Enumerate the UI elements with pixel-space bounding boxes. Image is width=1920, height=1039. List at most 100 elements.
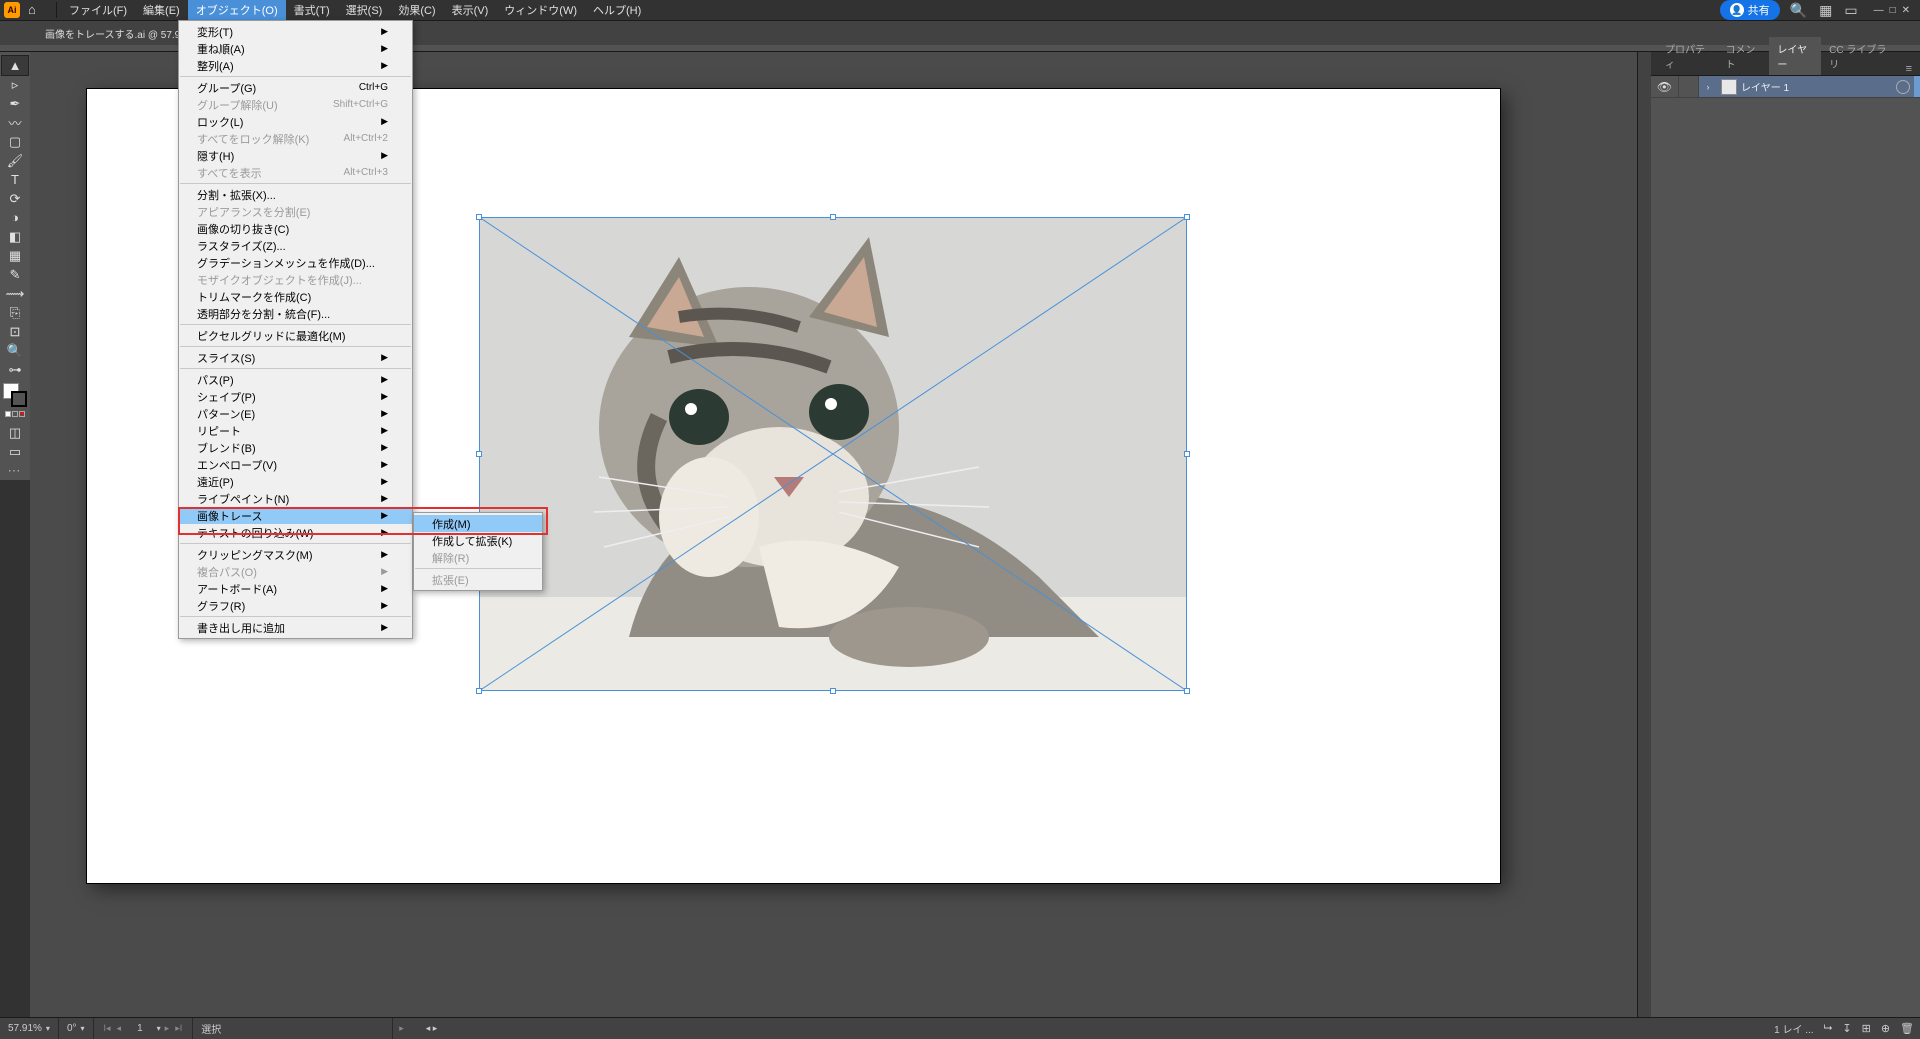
locate-layer-icon[interactable]: ⮡: [1824, 1022, 1833, 1035]
menu-効果[interactable]: 効果(C): [390, 0, 443, 21]
menu-書式[interactable]: 書式(T): [286, 0, 338, 21]
shape-builder-tool-icon[interactable]: ◑: [2, 208, 28, 227]
workspace-icon[interactable]: ▭: [1844, 2, 1857, 19]
panel-tab[interactable]: プロパティ: [1657, 37, 1717, 75]
placed-image[interactable]: [479, 217, 1187, 691]
eraser-tool-icon[interactable]: ◧: [2, 227, 28, 246]
new-layer-icon[interactable]: ⊕: [1881, 1022, 1890, 1035]
panel-tab[interactable]: レイヤー: [1769, 37, 1821, 75]
share-button[interactable]: 👤 共有: [1720, 0, 1780, 20]
resize-handle[interactable]: [1184, 451, 1190, 457]
menu-item[interactable]: パス(P)▶: [179, 371, 412, 388]
next-artboard-icon[interactable]: ▸: [163, 1023, 172, 1034]
menu-item[interactable]: トリムマークを作成(C): [179, 288, 412, 305]
selection-tool-icon[interactable]: ▲: [2, 56, 28, 75]
menu-item[interactable]: 分割・拡張(X)...: [179, 186, 412, 203]
resize-handle[interactable]: [476, 214, 482, 220]
expand-icon[interactable]: ›: [1699, 82, 1717, 92]
export-icon[interactable]: ↧: [1842, 1022, 1851, 1035]
panel-tab[interactable]: CC ライブラリ: [1821, 37, 1897, 75]
menu-表示[interactable]: 表示(V): [444, 0, 497, 21]
menu-item[interactable]: ライブペイント(N)▶: [179, 490, 412, 507]
draw-mode-icon[interactable]: ◫: [2, 423, 28, 442]
menu-item[interactable]: ブレンド(B)▶: [179, 439, 412, 456]
delete-layer-icon[interactable]: 🗑: [1900, 1022, 1914, 1035]
rotate-field[interactable]: 0°▾: [59, 1018, 94, 1039]
artboard-tool-icon[interactable]: ⊡: [2, 322, 28, 341]
width-tool-icon[interactable]: ⟿: [2, 284, 28, 303]
target-icon[interactable]: [1896, 80, 1910, 94]
menu-ウィンドウ[interactable]: ウィンドウ(W): [496, 0, 585, 21]
first-artboard-icon[interactable]: I◂: [102, 1023, 113, 1034]
screen-mode-icon[interactable]: ▭: [2, 442, 28, 461]
visibility-icon[interactable]: 👁: [1651, 76, 1679, 97]
resize-handle[interactable]: [1184, 214, 1190, 220]
zoom-tool-icon[interactable]: 🔍: [2, 341, 28, 360]
menu-item[interactable]: アートボード(A)▶: [179, 580, 412, 597]
brush-tool-icon[interactable]: 🖌: [2, 151, 28, 170]
curvature-tool-icon[interactable]: 〰: [2, 113, 28, 132]
menu-item[interactable]: グラデーションメッシュを作成(D)...: [179, 254, 412, 271]
menu-item[interactable]: シェイプ(P)▶: [179, 388, 412, 405]
menu-item[interactable]: エンベロープ(V)▶: [179, 456, 412, 473]
menu-item[interactable]: ラスタライズ(Z)...: [179, 237, 412, 254]
menu-ファイル[interactable]: ファイル(F): [61, 0, 135, 21]
menu-item[interactable]: 画像の切り抜き(C): [179, 220, 412, 237]
layer-name[interactable]: レイヤー 1: [1741, 79, 1896, 94]
resize-handle[interactable]: [1184, 688, 1190, 694]
prev-artboard-icon[interactable]: ◂: [115, 1023, 124, 1034]
rectangle-tool-icon[interactable]: ▢: [2, 132, 28, 151]
panel-tab[interactable]: コメント: [1717, 37, 1769, 75]
menu-item[interactable]: 透明部分を分割・統合(F)...: [179, 305, 412, 322]
menu-item[interactable]: 遠近(P)▶: [179, 473, 412, 490]
new-sublayer-icon[interactable]: ⊞: [1862, 1022, 1871, 1035]
hand-tool-icon[interactable]: ⊶: [2, 360, 28, 379]
menu-選択[interactable]: 選択(S): [338, 0, 391, 21]
eyedropper-tool-icon[interactable]: ✎: [2, 265, 28, 284]
place-tool-icon[interactable]: ⎘: [2, 303, 28, 322]
search-icon[interactable]: 🔍: [1790, 2, 1807, 19]
menu-item[interactable]: パターン(E)▶: [179, 405, 412, 422]
fill-stroke-swatch[interactable]: [3, 383, 27, 407]
artboard-number[interactable]: 1: [125, 1023, 155, 1034]
lock-column[interactable]: [1679, 76, 1699, 97]
menu-item[interactable]: ロック(L)▶: [179, 113, 412, 130]
gradient-tool-icon[interactable]: ▦: [2, 246, 28, 265]
menu-item[interactable]: グラフ(R)▶: [179, 597, 412, 614]
menu-item[interactable]: ピクセルグリッドに最適化(M): [179, 327, 412, 344]
menu-item[interactable]: グループ(G)Ctrl+G: [179, 79, 412, 96]
last-artboard-icon[interactable]: ▸I: [173, 1023, 184, 1034]
menu-編集[interactable]: 編集(E): [135, 0, 188, 21]
panel-collapse-strip[interactable]: [1637, 52, 1651, 1017]
color-mode-icons[interactable]: [2, 411, 28, 423]
status-menu-icon[interactable]: ▸: [397, 1023, 406, 1034]
rotate-tool-icon[interactable]: ⟳: [2, 189, 28, 208]
home-icon[interactable]: ⌂: [28, 2, 44, 18]
maximize-icon[interactable]: □: [1890, 5, 1896, 16]
panel-menu-icon[interactable]: ≡: [1898, 63, 1920, 75]
menu-item[interactable]: 重ね順(A)▶: [179, 40, 412, 57]
menu-ヘルプ[interactable]: ヘルプ(H): [585, 0, 649, 21]
resize-handle[interactable]: [830, 214, 836, 220]
menu-item[interactable]: テキストの回り込み(W)▶: [179, 524, 412, 541]
menu-item[interactable]: リピート▶: [179, 422, 412, 439]
menu-item[interactable]: 変形(T)▶: [179, 23, 412, 40]
resize-handle[interactable]: [476, 451, 482, 457]
close-icon[interactable]: ✕: [1902, 5, 1910, 16]
edit-toolbar-icon[interactable]: ⋯: [2, 461, 28, 480]
pen-tool-icon[interactable]: ✒: [2, 94, 28, 113]
resize-handle[interactable]: [476, 688, 482, 694]
direct-selection-tool-icon[interactable]: ▹: [2, 75, 28, 94]
submenu-item[interactable]: 作成して拡張(K): [414, 532, 542, 549]
menu-item[interactable]: 整列(A)▶: [179, 57, 412, 74]
menu-item[interactable]: スライス(S)▶: [179, 349, 412, 366]
menu-item[interactable]: 書き出し用に追加▶: [179, 619, 412, 636]
menu-item[interactable]: クリッピングマスク(M)▶: [179, 546, 412, 563]
minimize-icon[interactable]: —: [1874, 5, 1884, 16]
type-tool-icon[interactable]: T: [2, 170, 28, 189]
resize-handle[interactable]: [830, 688, 836, 694]
layer-row[interactable]: 👁 › レイヤー 1: [1651, 76, 1920, 98]
menu-item[interactable]: 画像トレース▶: [179, 507, 412, 524]
zoom-field[interactable]: 57.91%▾: [0, 1018, 59, 1039]
submenu-item[interactable]: 作成(M): [414, 515, 542, 532]
